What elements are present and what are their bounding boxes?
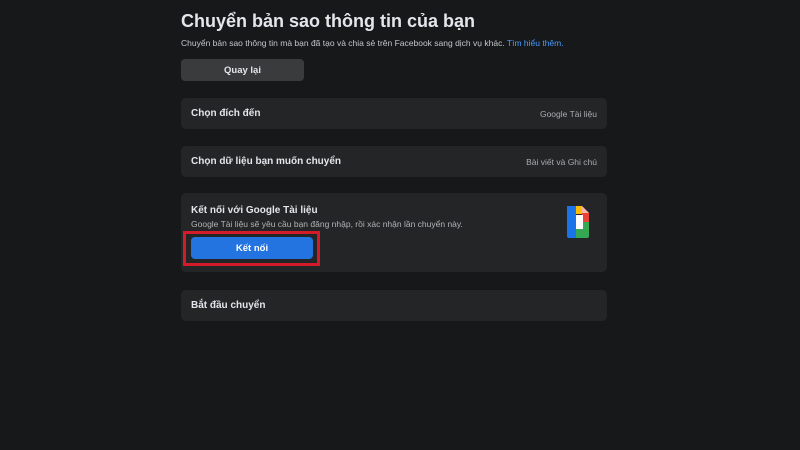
connect-description: Google Tài liệu sẽ yêu cầu bạn đăng nhập… [191, 219, 463, 229]
page-subtitle: Chuyển bản sao thông tin mà bạn đã tạo v… [181, 37, 607, 49]
start-transfer-row[interactable]: Bắt đầu chuyển [181, 290, 607, 321]
page-title: Chuyển bản sao thông tin của bạn [181, 11, 476, 31]
data-choice-row[interactable]: Chọn dữ liệu bạn muốn chuyển Bài viết và… [181, 146, 607, 177]
learn-more-link[interactable]: Tìm hiểu thêm. [507, 38, 564, 48]
start-transfer-label: Bắt đầu chuyển [191, 300, 266, 311]
destination-value: Google Tài liệu [539, 108, 597, 119]
destination-label: Chọn đích đến [191, 108, 261, 119]
connect-title: Kết nối với Google Tài liệu [191, 205, 318, 216]
data-choice-label: Chọn dữ liệu bạn muốn chuyển [191, 156, 342, 167]
destination-row[interactable]: Chọn đích đến Google Tài liệu [181, 98, 607, 129]
subtitle-text: Chuyển bản sao thông tin mà bạn đã tạo v… [181, 38, 505, 48]
connect-card: Kết nối với Google Tài liệu Google Tài l… [181, 193, 607, 272]
page: Chuyển bản sao thông tin của bạn Chuyển … [0, 0, 800, 450]
google-docs-icon [567, 206, 589, 238]
connect-button[interactable]: Kết nối [191, 237, 313, 259]
data-choice-value: Bài viết và Ghi chú [526, 156, 597, 167]
back-button[interactable]: Quay lại [181, 59, 304, 81]
main-content: Chuyển bản sao thông tin của bạn Chuyển … [181, 10, 607, 321]
